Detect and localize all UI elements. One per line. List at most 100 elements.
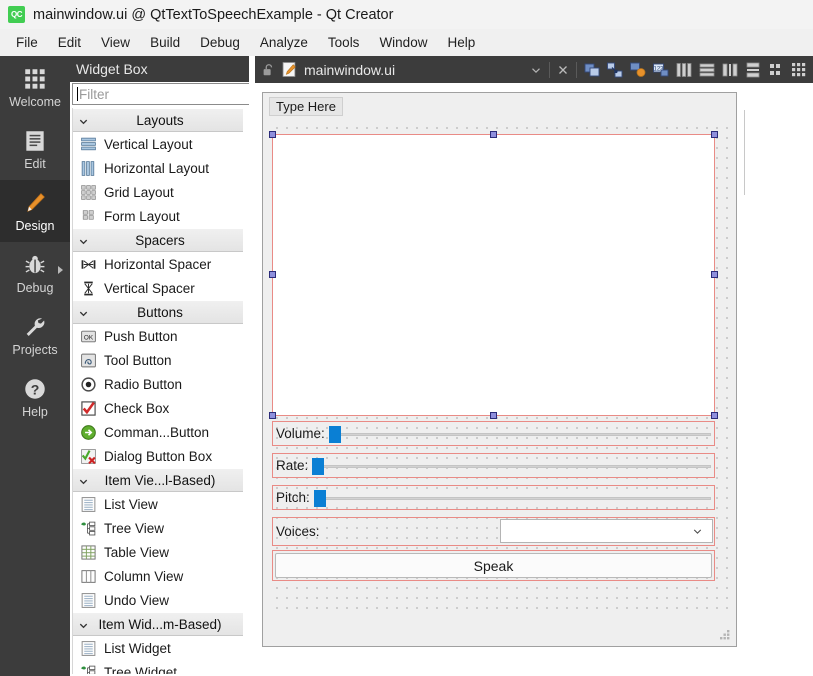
svg-text:?: ? [31,381,40,397]
form-row-pitch[interactable]: Pitch: [272,485,715,510]
radio-button-icon [81,376,96,392]
unlocked-padlock-icon[interactable] [261,63,275,77]
widget-item-label: Horizontal Layout [104,160,210,176]
title-bar: QC mainwindow.ui @ QtTextToSpeechExample… [0,0,813,29]
mode-selector-bar: Welcome Edit Design Debug Projects ? Hel… [0,56,70,676]
widget-item-vertical-layout[interactable]: Vertical Layout [73,132,243,156]
widget-item-push-button[interactable]: OK Push Button [73,324,243,348]
widget-item-tool-button[interactable]: Tool Button [73,348,243,372]
widget-item-tree-view[interactable]: Tree View [73,516,243,540]
selection-handle-bottom-left[interactable] [269,412,276,419]
widget-item-list-widget[interactable]: List Widget [73,636,243,660]
selection-handle-top-right[interactable] [711,131,718,138]
selection-handle-top-left[interactable] [269,131,276,138]
grid-layout-icon [81,184,96,200]
widget-category-item-views[interactable]: Item Vie...l-Based) [73,468,243,492]
rate-slider[interactable] [312,457,714,475]
slider-handle[interactable] [328,425,341,443]
selection-handle-middle-left[interactable] [269,271,276,278]
wrench-icon [26,317,45,336]
volume-label: Volume: [276,426,325,441]
widget-item-label: Form Layout [104,208,180,224]
layout-splitter-horizontal-icon[interactable] [721,61,739,79]
widget-item-tree-widget[interactable]: Tree Widget [73,660,243,674]
widget-item-list-view[interactable]: List View [73,492,243,516]
selection-handle-middle-right[interactable] [711,271,718,278]
widget-item-column-view[interactable]: Column View [73,564,243,588]
resize-grip-icon[interactable] [718,629,731,642]
selection-handle-bottom-center[interactable] [490,412,497,419]
menu-view[interactable]: View [91,32,140,53]
voices-label: Voices: [276,524,320,539]
speak-button[interactable]: Speak [275,553,712,578]
bug-icon [25,255,45,273]
chevron-down-icon[interactable] [529,63,543,77]
menu-window[interactable]: Window [369,32,437,53]
widget-item-vertical-spacer[interactable]: Vertical Spacer [73,276,243,300]
mode-item-debug[interactable]: Debug [0,242,70,304]
layout-vertically-icon[interactable] [698,61,716,79]
menu-tools[interactable]: Tools [318,32,370,53]
widget-item-dialog-button-box[interactable]: Dialog Button Box [73,444,243,468]
form-row-voices[interactable]: Voices: [272,517,715,546]
mode-item-welcome[interactable]: Welcome [0,56,70,118]
widget-category-buttons[interactable]: Buttons [73,300,243,324]
mode-item-help[interactable]: ? Help [0,366,70,428]
mode-item-design[interactable]: Design [0,180,70,242]
widget-category-layouts[interactable]: Layouts [73,108,243,132]
widget-item-check-box[interactable]: Check Box [73,396,243,420]
edit-buddies-icon[interactable] [629,61,647,79]
volume-slider[interactable] [328,425,714,443]
pitch-slider[interactable] [313,489,714,507]
widget-item-command-link-button[interactable]: Comman...Button [73,420,243,444]
menu-analyze[interactable]: Analyze [250,32,318,53]
layout-splitter-vertical-icon[interactable] [744,61,762,79]
widget-item-label: Table View [104,544,170,560]
mode-item-projects[interactable]: Projects [0,304,70,366]
widget-filter-input[interactable]: Filter [72,83,253,105]
voices-combobox[interactable] [500,519,713,543]
layout-form-icon[interactable] [767,61,785,79]
widget-item-radio-button[interactable]: Radio Button [73,372,243,396]
menubar-type-here-placeholder[interactable]: Type Here [269,97,343,116]
widget-item-form-layout[interactable]: Form Layout [73,204,243,228]
close-icon[interactable] [556,63,570,77]
form-window[interactable]: Type Here Volume: Rate: Pitch: Voices: S… [262,92,737,647]
menu-bar: File Edit View Build Debug Analyze Tools… [0,29,813,56]
widget-item-table-view[interactable]: Table View [73,540,243,564]
menu-help[interactable]: Help [437,32,485,53]
table-view-icon [81,544,96,560]
menu-file[interactable]: File [6,32,48,53]
widget-item-horizontal-spacer[interactable]: Horizontal Spacer [73,252,243,276]
selection-handle-top-center[interactable] [490,131,497,138]
widget-category-item-widgets[interactable]: Item Wid...m-Based) [73,612,243,636]
editor-tab-filename[interactable]: mainwindow.ui [304,62,395,78]
widget-category-spacers[interactable]: Spacers [73,228,243,252]
mode-item-edit[interactable]: Edit [0,118,70,180]
edit-signals-slots-icon[interactable] [606,61,624,79]
menu-debug[interactable]: Debug [190,32,250,53]
undo-view-icon [81,592,96,608]
form-row-volume[interactable]: Volume: [272,421,715,446]
tree-view-icon [81,521,96,535]
edit-tab-order-icon[interactable]: 123 [652,61,670,79]
slider-handle[interactable] [313,489,326,507]
widget-item-horizontal-layout[interactable]: Horizontal Layout [73,156,243,180]
design-canvas[interactable]: Type Here Volume: Rate: Pitch: Voices: S… [255,83,813,676]
form-row-rate[interactable]: Rate: [272,453,715,478]
menu-edit[interactable]: Edit [48,32,91,53]
edit-widgets-icon[interactable] [583,61,601,79]
layout-horizontally-icon[interactable] [675,61,693,79]
mode-label: Help [22,404,48,419]
menu-build[interactable]: Build [140,32,190,53]
widget-item-grid-layout[interactable]: Grid Layout [73,180,243,204]
selection-handle-bottom-right[interactable] [711,412,718,419]
central-widget[interactable]: Volume: Rate: Pitch: Voices: Speak [269,121,729,616]
speak-button-frame[interactable]: Speak [272,550,715,581]
widget-item-undo-view[interactable]: Undo View [73,588,243,612]
selected-widget-frame[interactable] [272,134,715,416]
layout-grid-icon[interactable] [790,61,808,79]
widget-box-list[interactable]: Layouts Vertical Layout Horizontal Layou… [72,108,243,674]
slider-handle[interactable] [312,457,325,475]
push-button-icon: OK [81,330,96,342]
